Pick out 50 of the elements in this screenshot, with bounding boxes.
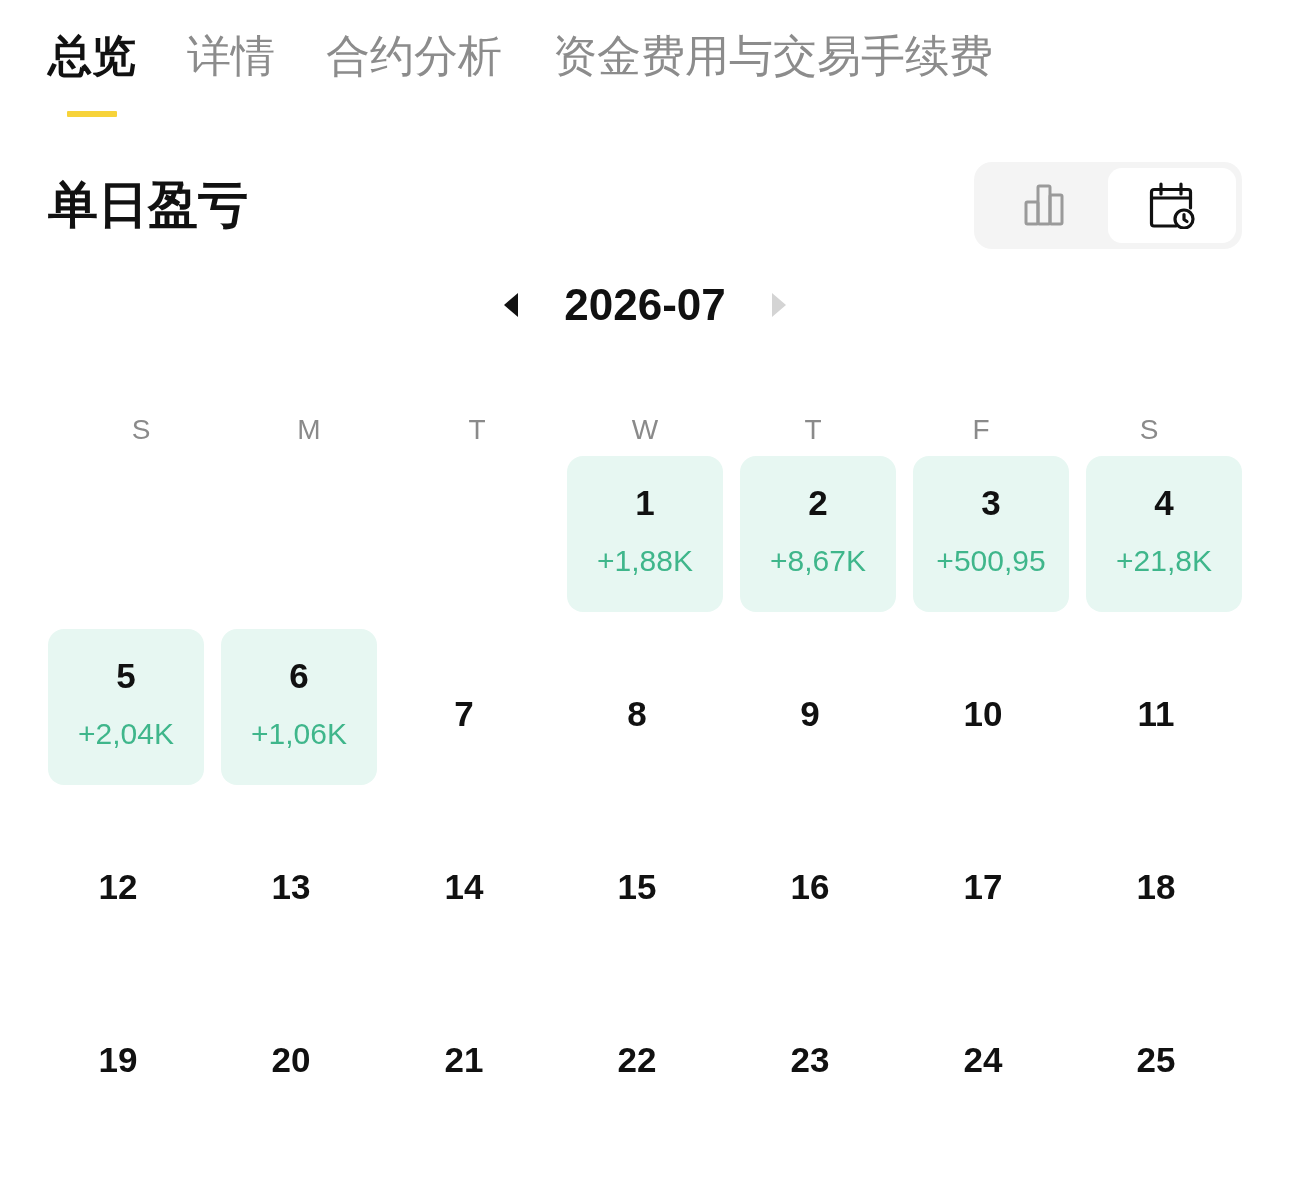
day-number: 25 — [1136, 1038, 1176, 1081]
day-number: 2 — [808, 481, 828, 524]
pnl-value: +21,8K — [1116, 542, 1212, 579]
section-title: 单日盈亏 — [48, 176, 248, 236]
day-number: 4 — [1154, 481, 1174, 524]
day-number: 6 — [289, 654, 309, 697]
caret-left-icon — [504, 293, 519, 318]
weekday-label: T — [804, 412, 822, 447]
weekday-label: W — [631, 412, 659, 447]
day-number: 5 — [116, 654, 136, 697]
weekday-label: T — [468, 412, 486, 447]
weekday-label: F — [972, 412, 990, 447]
tab[interactable]: 总览 — [48, 30, 136, 117]
day-number: 24 — [963, 1038, 1003, 1081]
day-number: 15 — [617, 865, 657, 908]
weekday-label: M — [297, 412, 321, 447]
day-number: 1 — [635, 481, 655, 524]
tab[interactable]: 详情 — [187, 30, 275, 83]
day-number: 22 — [617, 1038, 657, 1081]
calendar-view-button[interactable] — [1108, 167, 1236, 243]
day-number: 7 — [454, 692, 474, 735]
tab[interactable]: 合约分析 — [326, 30, 502, 83]
prev-month-button[interactable] — [504, 293, 519, 318]
day-number: 19 — [98, 1038, 138, 1081]
weekday-label: S — [131, 412, 151, 447]
pnl-value: +8,67K — [770, 542, 866, 579]
day-number: 23 — [790, 1038, 830, 1081]
day-number: 17 — [963, 865, 1003, 908]
day-number: 9 — [800, 692, 820, 735]
day-number: 3 — [981, 481, 1001, 524]
day-number: 18 — [1136, 865, 1176, 908]
pnl-value: +1,06K — [251, 715, 347, 752]
weekday-label: S — [1139, 412, 1159, 447]
bar-chart-icon — [1024, 184, 1064, 227]
tab[interactable]: 资金费用与交易手续费 — [553, 30, 993, 83]
calendar-clock-icon — [1149, 181, 1195, 229]
day-number: 8 — [627, 692, 647, 735]
pnl-value: +2,04K — [78, 715, 174, 752]
day-number: 16 — [790, 865, 830, 908]
day-number: 12 — [98, 865, 138, 908]
pnl-value: +500,95 — [936, 542, 1046, 579]
day-number: 14 — [444, 865, 484, 908]
month-label: 2026-07 — [564, 278, 726, 331]
pnl-value: +1,88K — [597, 542, 693, 579]
day-number: 11 — [1137, 692, 1175, 735]
day-number: 20 — [271, 1038, 311, 1081]
day-number: 13 — [271, 865, 311, 908]
day-number: 10 — [963, 692, 1003, 735]
caret-right-icon — [771, 293, 786, 318]
day-number: 21 — [444, 1038, 484, 1081]
